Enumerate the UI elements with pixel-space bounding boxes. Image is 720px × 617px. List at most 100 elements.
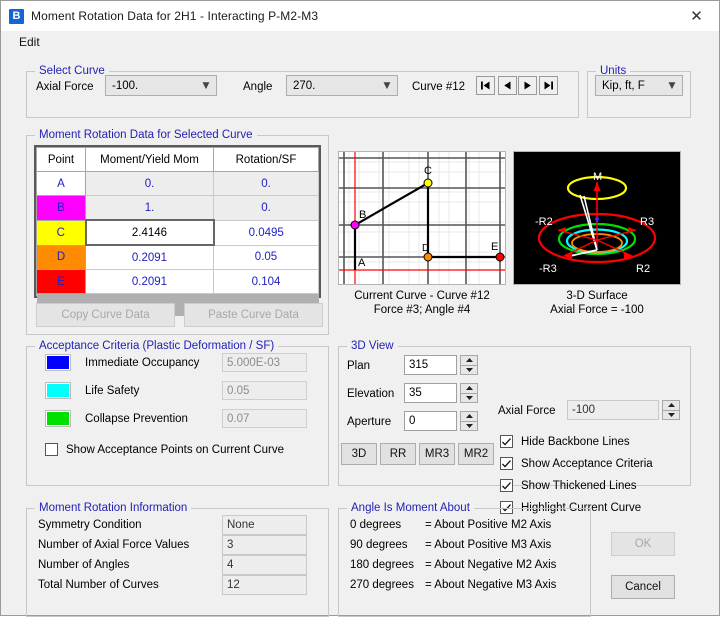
life-safety-swatch	[45, 382, 71, 399]
close-icon[interactable]: ✕	[674, 1, 719, 31]
aperture-input[interactable]: 0	[404, 411, 457, 431]
show-acceptance-points-checkbox[interactable]: Show Acceptance Points on Current Curve	[45, 443, 284, 456]
view-mr2-button[interactable]: MR2	[458, 443, 494, 465]
angle-select[interactable]: 270. ▼	[286, 75, 398, 96]
view-mr3-button[interactable]: MR3	[419, 443, 455, 465]
angle-90-label: 90 degrees	[350, 539, 408, 551]
angle-0-label: 0 degrees	[350, 519, 401, 531]
table-body: A0.0.B1.0.C2.41460.0495D0.20910.05E0.209…	[37, 172, 319, 317]
immediate-occupancy-label: Immediate Occupancy	[85, 357, 199, 369]
axial-force-stepper-down[interactable]	[662, 411, 680, 421]
elevation-stepper-up[interactable]	[460, 383, 478, 394]
cell-point-c: C	[37, 220, 86, 245]
first-curve-button[interactable]	[476, 76, 495, 95]
elevation-stepper[interactable]	[460, 383, 478, 403]
table-header-row: Point Moment/Yield Mom Rotation/SF	[37, 148, 319, 172]
view-rr-button[interactable]: RR	[380, 443, 416, 465]
aperture-stepper-up[interactable]	[460, 411, 478, 422]
last-arrow-icon	[543, 80, 554, 91]
current-curve-plot[interactable]: A B C D E	[338, 151, 506, 285]
angle-270-desc: = About Negative M3 Axis	[425, 579, 556, 591]
cell-rotation-e[interactable]: 0.104	[214, 270, 319, 294]
table-row[interactable]: B1.0.	[37, 196, 319, 221]
cancel-button[interactable]: Cancel	[611, 575, 675, 599]
axial-force-stepper-up[interactable]	[662, 400, 680, 411]
num-angles-value: 4	[222, 555, 307, 575]
angle-90-desc: = About Positive M3 Axis	[425, 539, 551, 551]
elevation-input[interactable]: 35	[404, 383, 457, 403]
cell-moment-b[interactable]: 1.	[86, 196, 214, 221]
angle-value: 270.	[293, 80, 380, 92]
svg-text:R2: R2	[636, 263, 650, 275]
plan-stepper-down[interactable]	[460, 366, 478, 376]
angle-180-label: 180 degrees	[350, 559, 414, 571]
immediate-occupancy-swatch	[45, 354, 71, 371]
life-safety-field[interactable]: 0.05	[222, 381, 307, 400]
cell-rotation-c[interactable]: 0.0495	[214, 220, 319, 245]
table-row[interactable]: E0.20910.104	[37, 270, 319, 294]
aperture-stepper-down[interactable]	[460, 422, 478, 432]
hide-backbone-lines-checkbox[interactable]: Hide Backbone Lines	[500, 435, 630, 448]
plan-stepper[interactable]	[460, 355, 478, 375]
window-title: Moment Rotation Data for 2H1 - Interacti…	[31, 9, 318, 23]
aperture-stepper[interactable]	[460, 411, 478, 431]
plan-stepper-up[interactable]	[460, 355, 478, 366]
elevation-stepper-down[interactable]	[460, 394, 478, 404]
axial-force-select[interactable]: -100. ▼	[105, 75, 217, 96]
cell-rotation-a[interactable]: 0.	[214, 172, 319, 196]
view3d-axial-force-input[interactable]: -100	[567, 400, 659, 420]
cell-rotation-b[interactable]: 0.	[214, 196, 319, 221]
acceptance-criteria-legend: Acceptance Criteria (Plastic Deformation…	[35, 340, 278, 352]
svg-text:A: A	[358, 257, 366, 269]
cell-moment-e[interactable]: 0.2091	[86, 270, 214, 294]
show-thickened-lines-label: Show Thickened Lines	[521, 480, 637, 492]
view3d-axial-force-stepper[interactable]	[662, 400, 680, 420]
units-select[interactable]: Kip, ft, F ▼	[595, 75, 683, 96]
cell-moment-a[interactable]: 0.	[86, 172, 214, 196]
immediate-occupancy-field[interactable]: 5.000E-03	[222, 353, 307, 372]
menu-item-edit[interactable]: Edit	[15, 33, 44, 51]
svg-text:B: B	[359, 209, 366, 221]
total-curves-label: Total Number of Curves	[38, 579, 159, 591]
next-curve-button[interactable]	[518, 76, 537, 95]
column-header-rotation: Rotation/SF	[214, 148, 319, 172]
life-safety-color	[47, 384, 69, 397]
table-row[interactable]: D0.20910.05	[37, 245, 319, 270]
view-3d-legend: 3D View	[347, 340, 398, 352]
axial-force-label: Axial Force	[36, 81, 94, 93]
current-curve-caption: Current Curve - Curve #12 Force #3; Angl…	[338, 289, 506, 317]
immediate-occupancy-color	[47, 356, 69, 369]
cell-moment-d[interactable]: 0.2091	[86, 245, 214, 270]
svg-text:-R2: -R2	[535, 216, 553, 228]
table: Point Moment/Yield Mom Rotation/SF A0.0.…	[36, 147, 319, 316]
show-acceptance-criteria-checkbox[interactable]: Show Acceptance Criteria	[500, 457, 653, 470]
view-3d-button[interactable]: 3D	[341, 443, 377, 465]
checkbox-box	[500, 435, 513, 448]
collapse-prevention-field[interactable]: 0.07	[222, 409, 307, 428]
cell-point-e: E	[37, 270, 86, 294]
aperture-label: Aperture	[347, 416, 391, 428]
moment-rotation-table[interactable]: Point Moment/Yield Mom Rotation/SF A0.0.…	[34, 145, 321, 298]
num-angles-label: Number of Angles	[38, 559, 129, 571]
last-curve-button[interactable]	[539, 76, 558, 95]
copy-curve-data-button[interactable]: Copy Curve Data	[36, 303, 175, 327]
collapse-prevention-label: Collapse Prevention	[85, 413, 188, 425]
cell-rotation-d[interactable]: 0.05	[214, 245, 319, 270]
check-icon	[502, 460, 511, 468]
column-header-moment: Moment/Yield Mom	[86, 148, 214, 172]
symmetry-condition-value: None	[222, 515, 307, 535]
show-acceptance-points-label: Show Acceptance Points on Current Curve	[66, 444, 284, 456]
show-thickened-lines-checkbox[interactable]: Show Thickened Lines	[500, 479, 637, 492]
ok-button[interactable]: OK	[611, 532, 675, 556]
curve-caption-line1: Current Curve - Curve #12	[338, 289, 506, 303]
table-row[interactable]: C2.41460.0495	[37, 220, 319, 245]
num-axial-force-values: 3	[222, 535, 307, 555]
paste-curve-data-button[interactable]: Paste Curve Data	[184, 303, 323, 327]
cell-moment-c[interactable]: 2.4146	[86, 220, 214, 245]
plan-input[interactable]: 315	[404, 355, 457, 375]
symmetry-condition-label: Symmetry Condition	[38, 519, 142, 531]
title-bar: B Moment Rotation Data for 2H1 - Interac…	[1, 1, 719, 31]
table-row[interactable]: A0.0.	[37, 172, 319, 196]
surface-plot[interactable]: M -R2 R3 -R3 R2	[513, 151, 681, 285]
previous-curve-button[interactable]	[498, 76, 517, 95]
